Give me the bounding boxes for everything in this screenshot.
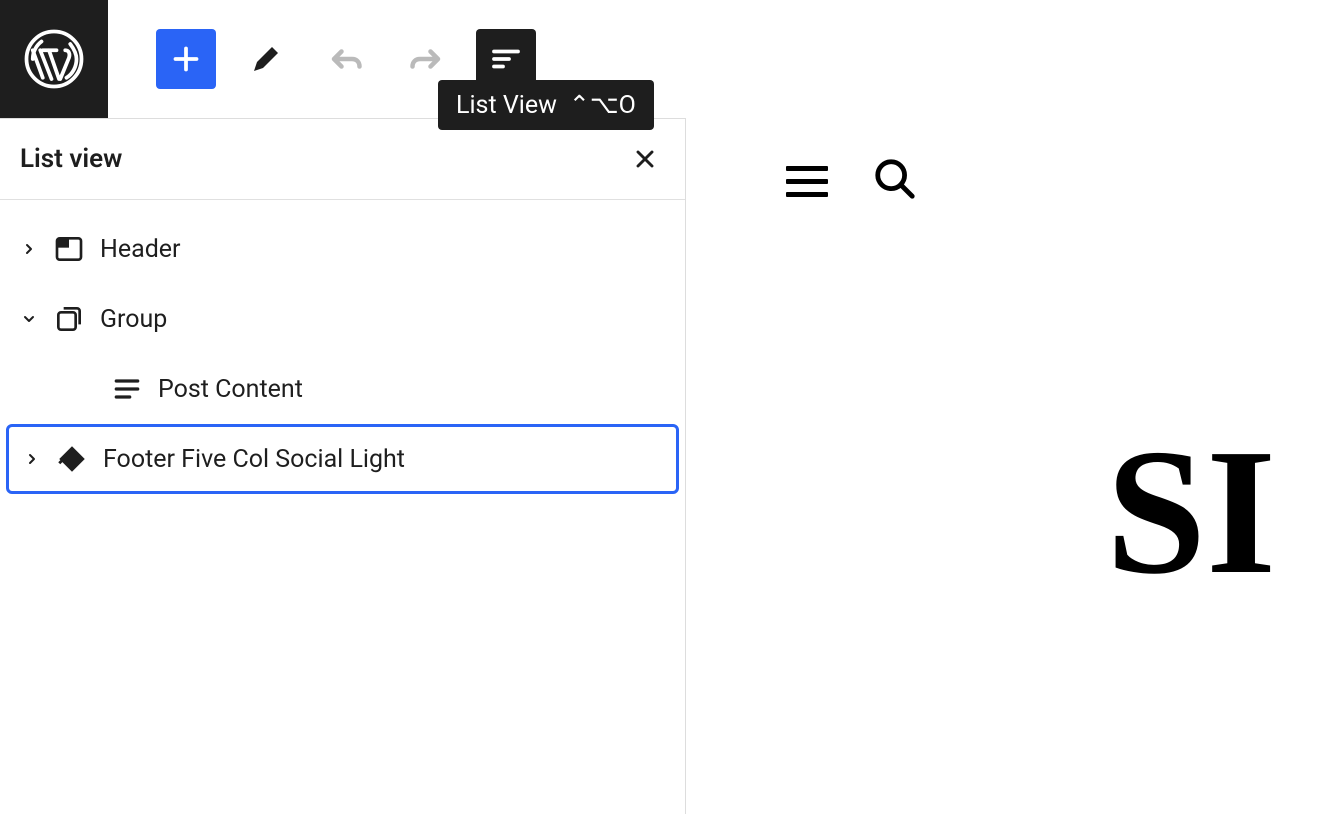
close-sidebar-button[interactable]	[627, 141, 663, 177]
menu-button[interactable]	[786, 166, 828, 197]
sidebar: List view Header	[0, 118, 686, 814]
close-icon	[631, 145, 659, 173]
chevron-right-icon[interactable]	[20, 241, 38, 257]
sidebar-header: List view	[0, 119, 685, 200]
add-block-button[interactable]	[156, 29, 216, 89]
search-icon	[872, 156, 918, 202]
plus-icon	[168, 41, 204, 77]
tree-item-post-content[interactable]: Post Content	[6, 354, 679, 424]
tree-item-footer[interactable]: Footer Five Col Social Light	[6, 424, 679, 494]
main: List view Header	[0, 118, 1324, 814]
pencil-icon	[248, 41, 284, 77]
topbar: List View ⌃⌥O	[0, 0, 1324, 118]
post-content-block-icon	[110, 372, 144, 406]
tree-item-group[interactable]: Group	[6, 284, 679, 354]
tooltip: List View ⌃⌥O	[438, 80, 654, 130]
tree-item-label: Header	[100, 235, 181, 264]
site-title[interactable]: SI	[1106, 408, 1276, 615]
tree-item-header[interactable]: Header	[6, 214, 679, 284]
undo-icon	[328, 41, 364, 77]
canvas-header	[786, 156, 1324, 206]
list-view-icon	[488, 41, 524, 77]
header-block-icon	[52, 232, 86, 266]
tools-button[interactable]	[236, 29, 296, 89]
tooltip-label: List View	[456, 91, 557, 120]
editor-canvas[interactable]: SI	[686, 118, 1324, 814]
chevron-down-icon[interactable]	[20, 311, 38, 327]
reusable-block-icon	[55, 442, 89, 476]
wordpress-logo-button[interactable]	[0, 0, 108, 118]
tooltip-shortcut: ⌃⌥O	[569, 90, 636, 120]
undo-button[interactable]	[316, 29, 376, 89]
hamburger-icon	[786, 166, 828, 171]
redo-icon	[408, 41, 444, 77]
block-tree: Header Group Post Content	[0, 200, 685, 500]
tree-item-label: Group	[100, 305, 167, 334]
tree-item-label: Footer Five Col Social Light	[103, 445, 405, 474]
sidebar-title: List view	[20, 144, 122, 174]
chevron-right-icon[interactable]	[23, 451, 41, 467]
tree-item-label: Post Content	[158, 375, 303, 404]
wordpress-icon	[24, 29, 84, 89]
group-block-icon	[52, 302, 86, 336]
search-button[interactable]	[872, 156, 918, 206]
